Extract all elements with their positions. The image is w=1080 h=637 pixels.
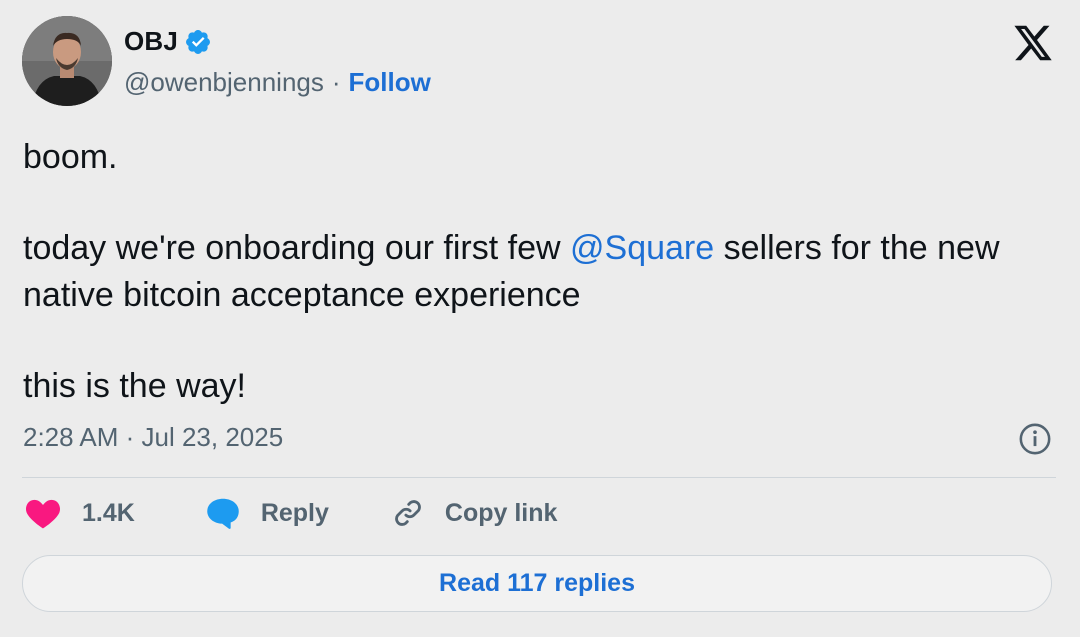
read-replies-label: Read 117 replies <box>439 569 635 597</box>
mention-link[interactable]: @Square <box>570 229 714 267</box>
separator-dot: · <box>331 67 341 97</box>
x-logo-icon[interactable] <box>1012 24 1054 62</box>
tweet-line-1: boom. <box>23 138 118 176</box>
info-icon[interactable] <box>1018 422 1052 456</box>
read-replies-button[interactable]: Read 117 replies <box>22 555 1052 612</box>
author-handle-row: @owenbjennings · Follow <box>124 67 431 98</box>
tweet-text-segment: today we're onboarding our first few <box>23 229 571 267</box>
like-button[interactable]: 1.4K <box>24 496 135 530</box>
divider <box>22 477 1056 478</box>
reply-button[interactable]: Reply <box>185 496 329 530</box>
follow-button[interactable]: Follow <box>349 67 431 98</box>
link-icon <box>391 496 425 530</box>
author-name-row: OBJ <box>124 26 212 57</box>
tweet-line-3: this is the way! <box>23 367 246 405</box>
verified-badge-icon <box>184 28 212 56</box>
copy-link-label: Copy link <box>444 498 558 527</box>
copy-link-button[interactable]: Copy link <box>371 496 558 530</box>
author-name[interactable]: OBJ <box>124 26 178 57</box>
reply-label: Reply <box>260 498 329 527</box>
heart-icon <box>24 496 62 530</box>
avatar[interactable] <box>22 16 112 106</box>
author-handle[interactable]: @owenbjennings <box>124 67 324 98</box>
tweet-line-2: today we're onboarding our first few @Sq… <box>23 225 1053 319</box>
tweet-body: boom. today we're onboarding our first f… <box>23 134 1053 410</box>
like-count: 1.4K <box>82 498 135 527</box>
reply-bubble-icon <box>205 496 241 530</box>
action-bar: 1.4K Reply Copy link <box>24 496 557 530</box>
tweet-embed-card: OBJ @owenbjennings · Follow boom. today … <box>0 0 1080 637</box>
tweet-timestamp[interactable]: 2:28 AM · Jul 23, 2025 <box>23 422 283 453</box>
